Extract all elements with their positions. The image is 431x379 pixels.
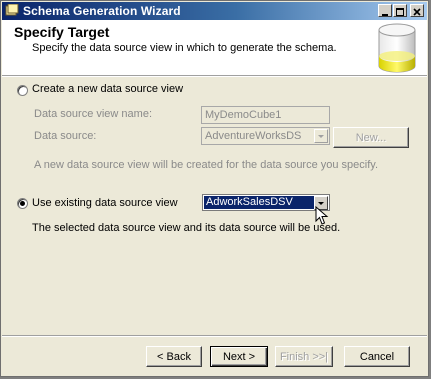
mouse-pointer-icon	[315, 206, 329, 225]
cancel-button[interactable]: Cancel	[344, 346, 410, 367]
page-subtitle: Specify the data source view in which to…	[32, 42, 337, 54]
use-existing-note: The selected data source view and its da…	[32, 222, 341, 234]
close-button[interactable]	[410, 4, 424, 17]
dsv-name-label: Data source view name:	[34, 108, 152, 120]
data-source-dropdown[interactable]: AdventureWorksDS	[201, 127, 330, 145]
wizard-header: Specify Target Specify the data source v…	[2, 20, 427, 75]
next-button[interactable]: Next >	[210, 346, 268, 367]
window-title: Schema Generation Wizard	[23, 4, 181, 18]
use-existing-dsv-radio[interactable]	[17, 198, 28, 209]
create-new-note: A new data source view will be created f…	[34, 159, 379, 171]
minimize-icon	[382, 14, 388, 16]
data-source-dropdown-button[interactable]	[314, 129, 328, 143]
data-source-label: Data source:	[34, 130, 97, 142]
chevron-down-icon	[318, 135, 324, 138]
radio-selected-dot	[20, 201, 25, 206]
new-data-source-button[interactable]: New...	[333, 127, 409, 148]
footer-divider	[2, 335, 427, 337]
close-icon	[413, 8, 421, 16]
existing-dsv-dropdown[interactable]: AdworkSalesDSV	[202, 194, 330, 211]
create-new-dsv-radio[interactable]	[17, 85, 28, 96]
title-bar[interactable]: Schema Generation Wizard	[2, 2, 427, 20]
page-title: Specify Target	[14, 24, 110, 40]
maximize-icon	[396, 8, 404, 16]
database-cylinder-icon	[378, 23, 416, 73]
back-button[interactable]: < Back	[146, 346, 202, 367]
minimize-button[interactable]	[378, 4, 392, 17]
create-new-dsv-label[interactable]: Create a new data source view	[32, 83, 183, 95]
dsv-name-value: MyDemoCube1	[205, 109, 282, 121]
existing-dsv-value: AdworkSalesDSV	[204, 196, 316, 209]
chevron-down-icon	[318, 202, 324, 205]
wizard-window: Schema Generation Wizard Specify Target …	[0, 0, 429, 377]
finish-button[interactable]: Finish >>|	[275, 346, 333, 367]
data-source-value: AdventureWorksDS	[205, 130, 302, 142]
header-divider	[2, 75, 427, 77]
wizard-app-icon	[5, 4, 19, 16]
use-existing-dsv-label[interactable]: Use existing data source view	[32, 197, 178, 209]
dsv-name-field[interactable]: MyDemoCube1	[201, 106, 330, 124]
maximize-button[interactable]	[393, 4, 407, 17]
